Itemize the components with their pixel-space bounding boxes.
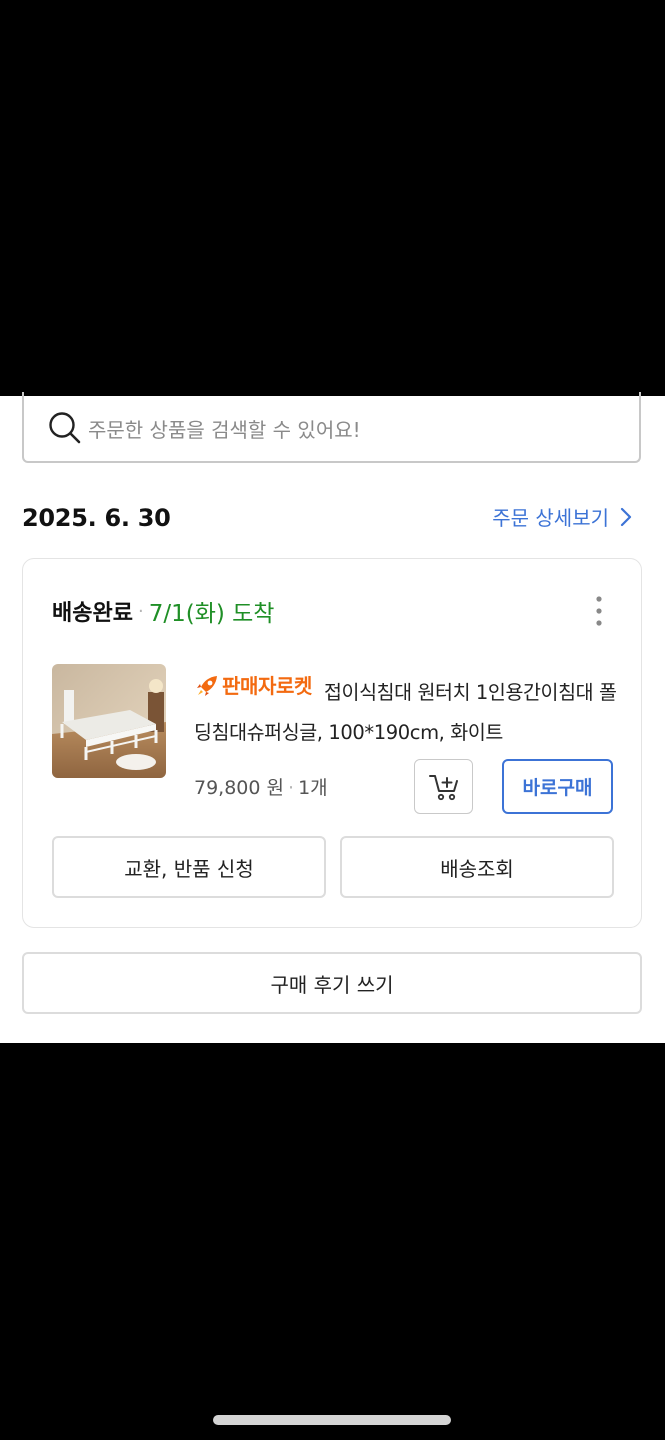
seller-badge-label: 판매자로켓 bbox=[222, 674, 312, 698]
order-card: 배송완료 · 7/1(화) 도착 판매자로켓 접이식침대 원터치 1인용간이침대… bbox=[22, 558, 642, 928]
more-vertical-icon[interactable] bbox=[595, 595, 603, 627]
seller-rocket-badge: 판매자로켓 bbox=[194, 666, 312, 706]
status-separator: · bbox=[137, 600, 144, 622]
search-placeholder[interactable]: 주문한 상품을 검색할 수 있어요! bbox=[88, 414, 361, 443]
write-review-button[interactable]: 구매 후기 쓰기 bbox=[22, 952, 642, 1014]
arrival-date: 7/1(화) 도착 bbox=[148, 601, 275, 627]
chevron-right-icon bbox=[620, 507, 632, 526]
product-title-block[interactable]: 판매자로켓 접이식침대 원터치 1인용간이침대 폴딩침대슈퍼싱글, 100*19… bbox=[194, 666, 624, 753]
add-to-cart-icon bbox=[428, 774, 458, 800]
buy-now-button[interactable]: 바로구매 bbox=[502, 759, 613, 814]
add-to-cart-button[interactable] bbox=[414, 759, 473, 814]
folding-bed-image bbox=[52, 664, 166, 778]
price-separator: · bbox=[288, 777, 295, 799]
order-list-content: 주문한 상품을 검색할 수 있어요! 2025. 6. 30 주문 상세보기 배… bbox=[0, 392, 665, 1043]
product-price: 79,800 원 bbox=[194, 777, 285, 799]
order-detail-link[interactable]: 주문 상세보기 bbox=[492, 502, 633, 531]
screen: 주문한 상품을 검색할 수 있어요! 2025. 6. 30 주문 상세보기 배… bbox=[0, 0, 665, 1440]
rocket-icon bbox=[197, 676, 217, 696]
delivery-status-row: 배송완료 · 7/1(화) 도착 bbox=[52, 594, 274, 628]
home-indicator[interactable] bbox=[213, 1415, 451, 1425]
order-date: 2025. 6. 30 bbox=[22, 504, 171, 532]
exchange-return-button[interactable]: 교환, 반품 신청 bbox=[52, 836, 326, 898]
product-quantity: 1개 bbox=[298, 777, 328, 799]
delivery-status: 배송완료 bbox=[52, 601, 133, 626]
order-detail-label[interactable]: 주문 상세보기 bbox=[492, 502, 609, 531]
order-search-box[interactable]: 주문한 상품을 검색할 수 있어요! bbox=[22, 392, 641, 463]
search-icon bbox=[49, 412, 81, 444]
delivery-tracking-button[interactable]: 배송조회 bbox=[340, 836, 614, 898]
product-thumbnail[interactable] bbox=[52, 664, 166, 778]
price-row: 79,800 원 · 1개 bbox=[194, 773, 328, 800]
